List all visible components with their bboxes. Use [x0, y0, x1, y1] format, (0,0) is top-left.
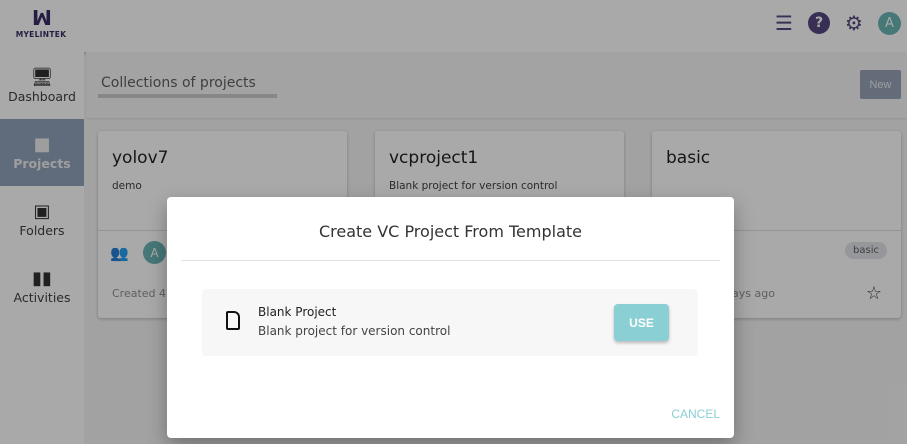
- use-template-button[interactable]: USE: [614, 304, 669, 341]
- template-item: Blank Project Blank project for version …: [202, 289, 698, 356]
- template-description: Blank project for version control: [258, 324, 451, 338]
- file-icon: [226, 311, 240, 330]
- create-project-dialog: Create VC Project From Template Blank Pr…: [167, 197, 734, 438]
- cancel-button[interactable]: CANCEL: [671, 407, 720, 421]
- dialog-title: Create VC Project From Template: [318, 222, 582, 241]
- template-name: Blank Project: [258, 305, 337, 319]
- divider: [181, 260, 720, 261]
